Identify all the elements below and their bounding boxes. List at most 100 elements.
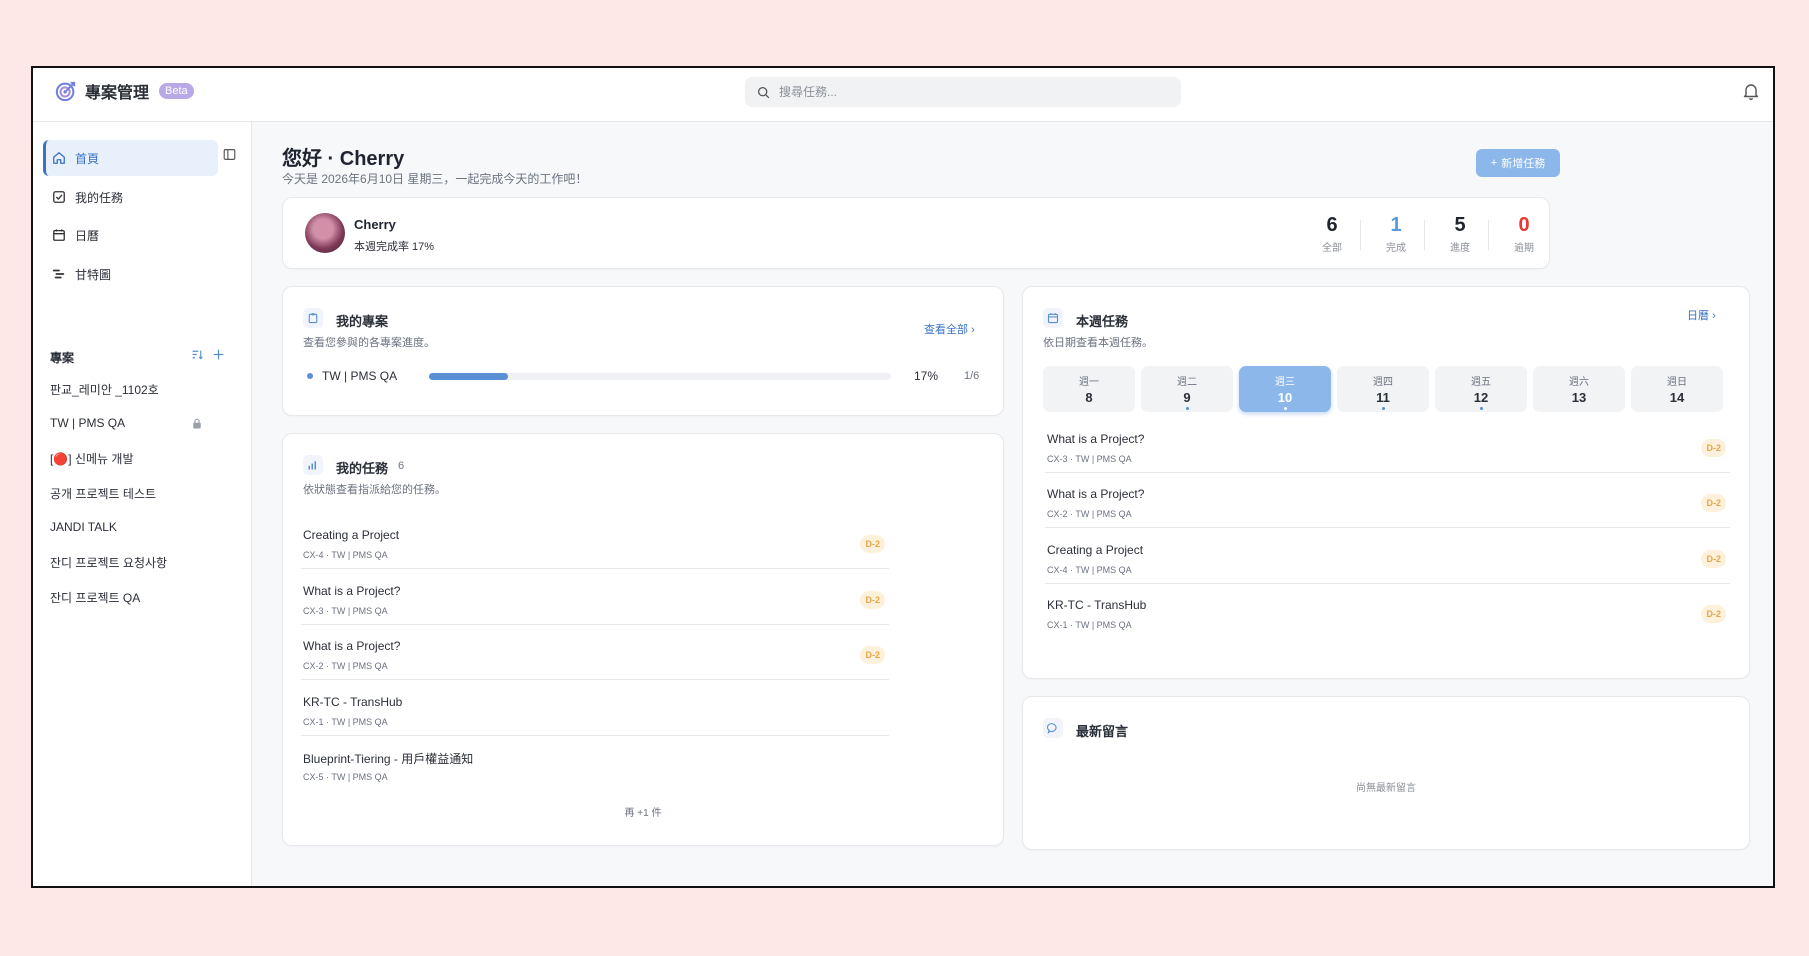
project-dot: [307, 373, 313, 379]
day-thu[interactable]: 週四 11: [1337, 366, 1429, 412]
project-item[interactable]: 잔디 프로젝트 QA: [50, 589, 210, 606]
view-all-label: 查看全部: [924, 324, 968, 336]
task-row[interactable]: Creating a Project CX-4 · TW | PMS QA D-…: [301, 520, 889, 569]
day-name: 週日: [1667, 377, 1687, 388]
comments-title: 最新留言: [1076, 724, 1129, 739]
day-name: 週五: [1471, 377, 1491, 388]
project-progress-name[interactable]: TW | PMS QA: [322, 369, 397, 383]
day-name: 週四: [1373, 377, 1393, 388]
task-meta: CX-1 · TW | PMS QA: [303, 717, 388, 727]
nav-gantt[interactable]: 甘特圖: [43, 256, 215, 292]
task-title: What is a Project?: [303, 639, 401, 653]
nav-calendar[interactable]: 日曆: [43, 217, 215, 253]
due-badge: D-2: [860, 646, 885, 664]
calendar-icon: [52, 228, 66, 242]
stat-value: 5: [1454, 214, 1466, 236]
bar-chart-icon: [303, 455, 323, 475]
day-mon[interactable]: 週一 8: [1043, 366, 1135, 412]
day-date: 9: [1183, 390, 1191, 405]
comments-card: 最新留言 尚無最新留言: [1022, 696, 1750, 850]
progress-track: [429, 373, 891, 380]
profile-card: Cherry 本週完成率 17% 6 全部 1 完成 5 進度 0 逾期: [282, 197, 1550, 269]
chat-bubble-icon: [1043, 718, 1063, 738]
task-row[interactable]: What is a Project? CX-2 · TW | PMS QA D-…: [301, 631, 889, 680]
divider: [1488, 220, 1489, 250]
divider: [1360, 220, 1361, 250]
plus-icon: +: [1490, 157, 1498, 169]
weekly-completion-rate: 本週完成率 17%: [354, 241, 435, 253]
project-item[interactable]: 잔디 프로젝트 요청사항: [50, 554, 210, 571]
projects-heading: 專案: [50, 351, 75, 365]
day-date: 14: [1669, 390, 1685, 405]
task-row[interactable]: What is a Project? CX-3 · TW | PMS QA D-…: [301, 576, 889, 625]
stat-value: 6: [1326, 214, 1338, 236]
my-projects-subtitle: 查看您參與的各專案進度。: [303, 337, 435, 349]
project-item[interactable]: TW | PMS QA: [50, 416, 210, 430]
stat-in-progress: 5 進度: [1438, 214, 1482, 254]
sidebar-collapse-icon[interactable]: [223, 148, 236, 161]
new-task-button[interactable]: + 新增任務: [1476, 149, 1560, 177]
stat-total: 6 全部: [1310, 214, 1354, 254]
week-task-row[interactable]: What is a Project? CX-3 · TW | PMS QA D-…: [1045, 424, 1730, 473]
task-title: What is a Project?: [1047, 432, 1145, 446]
check-square-icon: [52, 190, 66, 204]
task-row[interactable]: KR-TC - TransHub CX-1 · TW | PMS QA: [301, 687, 889, 736]
due-badge: D-2: [860, 591, 885, 609]
task-dot: [1283, 407, 1287, 410]
day-sat[interactable]: 週六 13: [1533, 366, 1625, 412]
greeting-title: 您好 · Cherry: [282, 148, 405, 170]
sidebar: 首頁 我的任務 日曆 甘特圖 專案 판교_레미안 _1102호 TW | PMS…: [33, 122, 252, 886]
due-badge: D-2: [1701, 605, 1726, 623]
week-task-row[interactable]: KR-TC - TransHub CX-1 · TW | PMS QA D-2: [1045, 590, 1730, 638]
avatar[interactable]: [305, 213, 345, 253]
my-projects-title: 我的專案: [336, 314, 389, 329]
stat-done: 1 完成: [1374, 214, 1418, 254]
add-project-icon[interactable]: [212, 348, 225, 361]
task-meta: CX-3 · TW | PMS QA: [303, 606, 388, 616]
search-bar[interactable]: [745, 77, 1181, 107]
day-date: 8: [1085, 390, 1093, 405]
day-date: 11: [1376, 390, 1390, 405]
project-item[interactable]: 판교_레미안 _1102호: [50, 381, 210, 398]
day-name: 週三: [1275, 377, 1295, 388]
my-tasks-subtitle: 依狀態查看指派給您的任務。: [303, 484, 446, 496]
clipboard-icon: [303, 308, 323, 328]
project-item[interactable]: 공개 프로젝트 테스트: [50, 485, 210, 502]
progress-percent: 17%: [914, 369, 939, 383]
day-wed[interactable]: 週三 10: [1239, 366, 1331, 412]
sort-icon[interactable]: [191, 348, 204, 361]
bell-icon[interactable]: [1743, 83, 1759, 100]
task-meta: CX-1 · TW | PMS QA: [1047, 620, 1132, 630]
main-content: 您好 · Cherry 今天是 2026年6月10日 星期三，一起完成今天的工作…: [252, 122, 1773, 886]
day-fri[interactable]: 週五 12: [1435, 366, 1527, 412]
search-input[interactable]: [777, 84, 1161, 100]
project-item[interactable]: JANDI TALK: [50, 520, 210, 534]
task-dot: [1381, 407, 1385, 410]
week-task-row[interactable]: What is a Project? CX-2 · TW | PMS QA D-…: [1045, 479, 1730, 528]
nav-label: 我的任務: [75, 190, 124, 205]
calendar-link[interactable]: 日曆 ›: [1687, 307, 1716, 323]
day-tue[interactable]: 週二 9: [1141, 366, 1233, 412]
task-title: KR-TC - TransHub: [1047, 598, 1147, 612]
view-all-link[interactable]: 查看全部 ›: [924, 321, 975, 337]
app-window: 專案管理 Beta 首頁 我的任務 日曆 甘特圖 專案: [31, 66, 1775, 888]
project-item[interactable]: [🔴] 신메뉴 개발: [50, 450, 210, 467]
nav-my-tasks[interactable]: 我的任務: [43, 179, 215, 215]
stat-value: 1: [1390, 214, 1402, 236]
greeting-subtitle: 今天是 2026年6月10日 星期三，一起完成今天的工作吧！: [282, 172, 588, 186]
task-title: Creating a Project: [303, 528, 400, 542]
task-title: Blueprint-Tiering - 用戶權益通知: [303, 752, 474, 766]
nav-label: 日曆: [75, 228, 100, 243]
due-badge: D-2: [1701, 494, 1726, 512]
progress-count: 1/6: [964, 370, 980, 382]
app-logo[interactable]: 專案管理 Beta: [55, 79, 194, 103]
day-name: 週二: [1177, 377, 1197, 388]
day-name: 週六: [1569, 377, 1589, 388]
week-task-row[interactable]: Creating a Project CX-4 · TW | PMS QA D-…: [1045, 535, 1730, 584]
stat-value: 0: [1518, 214, 1530, 236]
task-row[interactable]: Blueprint-Tiering - 用戶權益通知 CX-5 · TW | P…: [301, 742, 889, 790]
day-sun[interactable]: 週日 14: [1631, 366, 1723, 412]
more-tasks-link[interactable]: 再 +1 件: [283, 804, 1003, 819]
nav-home[interactable]: 首頁: [43, 140, 218, 176]
day-date: 10: [1277, 390, 1293, 405]
